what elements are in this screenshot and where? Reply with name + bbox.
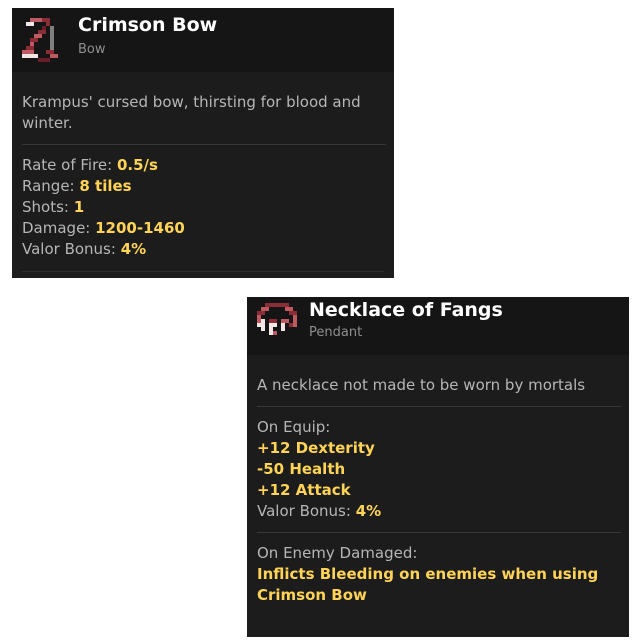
crimson-bow-icon xyxy=(22,18,58,62)
item-type: Pendant xyxy=(309,325,363,340)
effect-text: Inflicts Bleeding on enemies when using … xyxy=(257,565,599,604)
stat-shots: Shots: 1 xyxy=(22,198,85,216)
necklace-of-fangs-icon xyxy=(257,303,297,335)
item-header: Necklace of Fangs Pendant xyxy=(247,297,629,355)
stat-range: Range: 8 tiles xyxy=(22,177,132,195)
item-description: A necklace not made to be worn by mortal… xyxy=(257,376,586,394)
on-equip-label: On Equip: xyxy=(257,418,331,436)
divider xyxy=(22,271,384,272)
divider xyxy=(22,144,386,145)
bonus-attack: +12 Attack xyxy=(257,481,351,499)
item-name: Necklace of Fangs xyxy=(309,299,503,321)
stat-valor-bonus: Valor Bonus: 4% xyxy=(257,502,382,520)
bonus-dexterity: +12 Dexterity xyxy=(257,439,375,457)
necklace-of-fangs-tooltip: Necklace of Fangs Pendant A necklace not… xyxy=(247,297,629,637)
item-type: Bow xyxy=(78,42,106,57)
divider xyxy=(257,532,621,533)
stat-valor-bonus: Valor Bonus: 4% xyxy=(22,240,147,258)
bonus-health: -50 Health xyxy=(257,460,346,478)
item-header: Crimson Bow Bow xyxy=(12,8,394,72)
crimson-bow-tooltip: Crimson Bow Bow Krampus' cursed bow, thi… xyxy=(12,8,394,278)
stat-damage: Damage: 1200-1460 xyxy=(22,219,185,237)
divider xyxy=(257,406,621,407)
item-description: Krampus' cursed bow, thirsting for blood… xyxy=(22,93,361,132)
stat-rate-of-fire: Rate of Fire: 0.5/s xyxy=(22,156,158,174)
on-enemy-damaged-label: On Enemy Damaged: xyxy=(257,544,418,562)
item-name: Crimson Bow xyxy=(78,14,218,36)
